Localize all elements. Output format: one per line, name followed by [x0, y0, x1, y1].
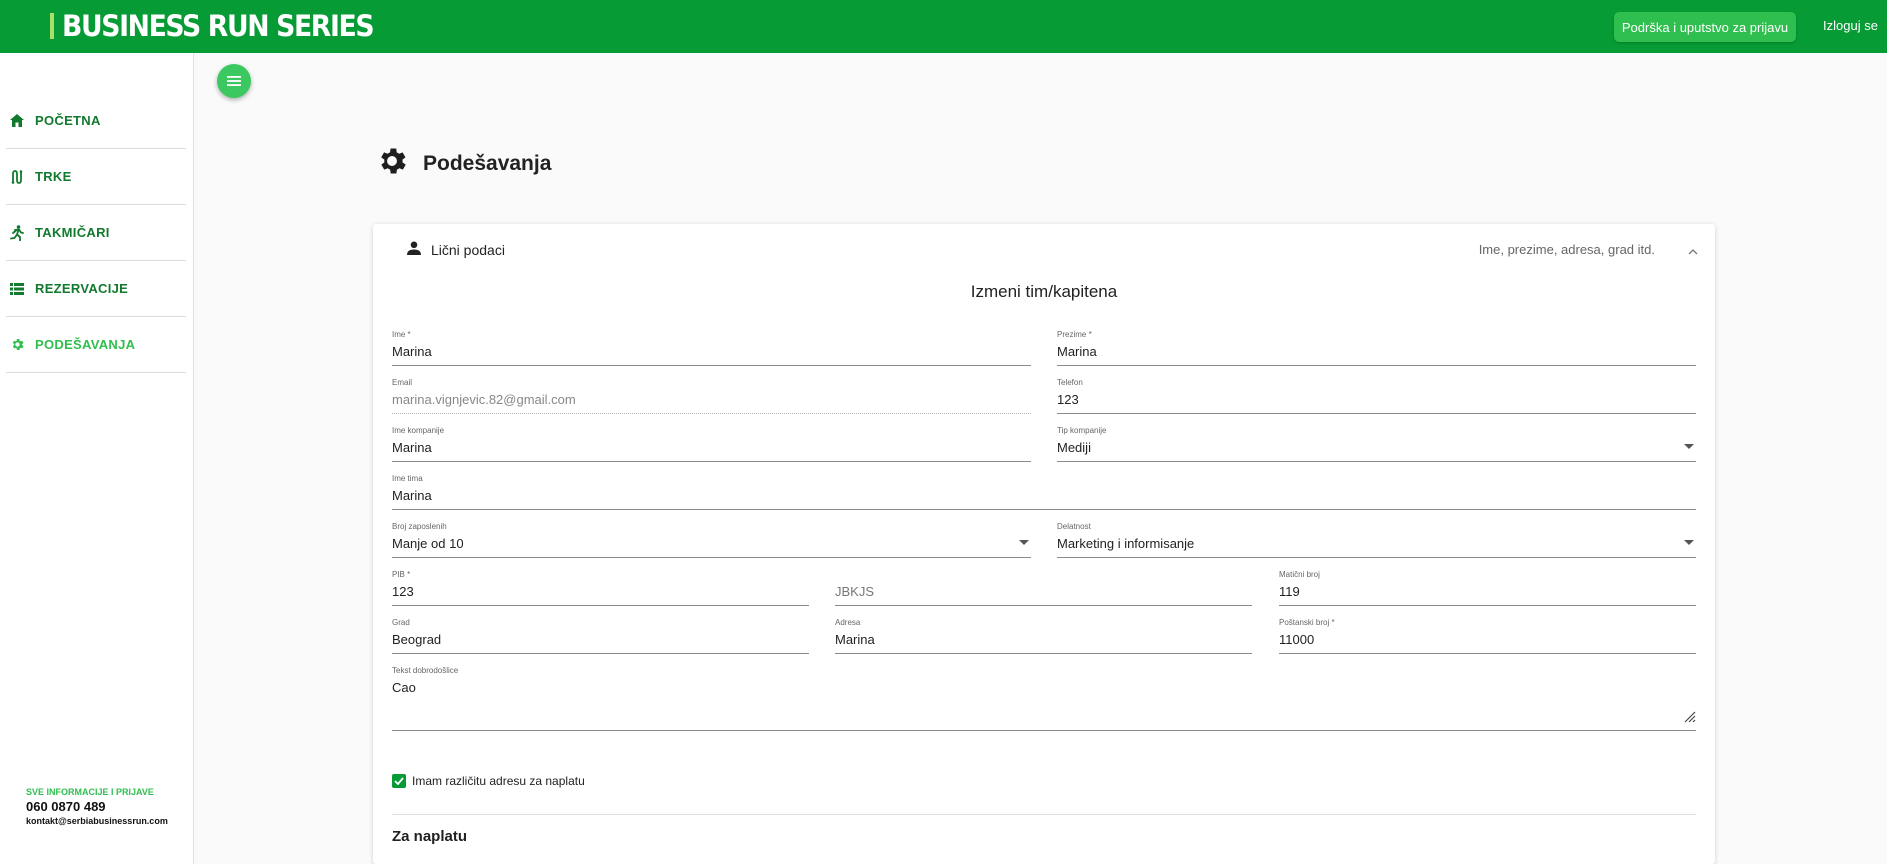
- list-icon: [9, 281, 25, 297]
- menu-toggle-button[interactable]: [217, 64, 251, 98]
- field-value: 123: [1057, 392, 1079, 407]
- panel-subtitle: Ime, prezime, adresa, grad itd.: [1478, 242, 1655, 257]
- brand-logo[interactable]: BUSINESS RUN SERIES: [50, 8, 400, 44]
- resize-handle-icon[interactable]: [1682, 709, 1696, 728]
- field-value: Manje od 10: [392, 536, 464, 551]
- sidebar-item-rezervacije[interactable]: REZERVACIJE: [6, 261, 186, 317]
- brand-text: BUSINESS RUN SERIES: [62, 9, 375, 43]
- divider: [392, 814, 1696, 815]
- page-heading: Podešavanja: [375, 144, 551, 183]
- top-bar: BUSINESS RUN SERIES Podrška i uputstvo z…: [0, 0, 1887, 53]
- sidebar-item-takmicari[interactable]: TAKMIČARI: [6, 205, 186, 261]
- sidebar-item-trke[interactable]: TRKE: [6, 149, 186, 205]
- sidebar-item-label: TAKMIČARI: [35, 225, 110, 240]
- maticni-broj-field[interactable]: Matični broj 119: [1279, 570, 1696, 606]
- field-label: Tip kompanije: [1057, 426, 1107, 435]
- field-value: marina.vignjevic.82@gmail.com: [392, 392, 576, 407]
- adresa-field[interactable]: Adresa Marina: [835, 618, 1252, 654]
- tip-kompanije-select[interactable]: Tip kompanije Mediji: [1057, 426, 1696, 462]
- field-label: Matični broj: [1279, 570, 1320, 579]
- ime-field[interactable]: Ime * Marina: [392, 330, 1031, 366]
- field-value: Marketing i informisanje: [1057, 536, 1195, 551]
- prezime-field[interactable]: Prezime * Marina: [1057, 330, 1696, 366]
- field-label: Email: [392, 378, 413, 387]
- pib-field[interactable]: PIB * 123: [392, 570, 809, 606]
- dropdown-arrow-icon: [1019, 540, 1029, 545]
- field-value: 119: [1279, 584, 1300, 599]
- contact-info: SVE INFORMACIJE I PRIJAVE 060 0870 489 k…: [26, 787, 168, 826]
- runner-icon: [9, 224, 25, 241]
- sidebar-item-label: POČETNA: [35, 113, 101, 128]
- jbkjs-field[interactable]: JBKJS: [835, 570, 1252, 606]
- field-label: Delatnost: [1057, 522, 1091, 531]
- field-value: Marina: [1057, 344, 1097, 359]
- dropdown-arrow-icon: [1684, 540, 1694, 545]
- postanski-broj-field[interactable]: Poštanski broj * 11000: [1279, 618, 1696, 654]
- contact-title: SVE INFORMACIJE I PRIJAVE: [26, 787, 154, 797]
- field-label: Ime tima: [392, 474, 423, 483]
- ime-tima-field[interactable]: Ime tima Marina: [392, 474, 1696, 510]
- tekst-dobrodoslice-textarea[interactable]: Tekst dobrodošlice Cao: [392, 666, 1696, 731]
- field-value: 123: [392, 584, 414, 599]
- billing-section-title: Za naplatu: [392, 828, 468, 845]
- ime-kompanije-field[interactable]: Ime kompanije Marina: [392, 426, 1031, 462]
- panel-title: Lični podaci: [431, 242, 505, 258]
- sidebar-item-label: TRKE: [35, 169, 72, 184]
- checkbox-label: Imam različitu adresu za naplatu: [412, 774, 585, 788]
- checkbox-checked-icon[interactable]: [392, 774, 406, 788]
- logout-link[interactable]: Izloguj se: [1823, 18, 1878, 33]
- field-label: Broj zaposlenih: [392, 522, 447, 531]
- field-label: Ime *: [392, 330, 411, 339]
- field-label: Telefon: [1057, 378, 1083, 387]
- field-label: Adresa: [835, 618, 861, 627]
- field-label: Ime kompanije: [392, 426, 445, 435]
- telefon-field[interactable]: Telefon 123: [1057, 378, 1696, 414]
- field-label: Tekst dobrodošlice: [392, 666, 459, 675]
- field-label: PIB *: [392, 570, 411, 579]
- gear-icon: [9, 337, 25, 353]
- sidebar-item-podesavanja[interactable]: PODEŠAVANJA: [6, 317, 186, 373]
- page-title: Podešavanja: [423, 151, 552, 175]
- field-label: Poštanski broj *: [1279, 618, 1335, 627]
- panel-header[interactable]: Lični podaci Ime, prezime, adresa, grad …: [373, 224, 1715, 276]
- contact-phone[interactable]: 060 0870 489: [26, 799, 168, 814]
- field-value: Marina: [392, 344, 432, 359]
- field-placeholder: JBKJS: [835, 584, 875, 599]
- home-icon: [9, 113, 25, 129]
- email-field: Email marina.vignjevic.82@gmail.com: [392, 378, 1031, 414]
- sidebar: POČETNA TRKE TAKMIČARI REZERVACIJE PODEŠ…: [0, 53, 194, 864]
- broj-zaposlenih-select[interactable]: Broj zaposlenih Manje od 10: [392, 522, 1031, 558]
- chevron-up-icon[interactable]: [1688, 242, 1698, 260]
- field-value: Beograd: [392, 632, 442, 647]
- contact-email[interactable]: kontakt@serbiabusinessrun.com: [26, 816, 168, 826]
- sidebar-item-label: PODEŠAVANJA: [35, 337, 136, 352]
- brand-mark: [50, 13, 54, 39]
- support-button[interactable]: Podrška i uputstvo za prijavu: [1614, 12, 1796, 42]
- delatnost-select[interactable]: Delatnost Marketing i informisanje: [1057, 522, 1696, 558]
- hamburger-icon: [227, 76, 241, 86]
- field-label: Prezime *: [1057, 330, 1092, 339]
- dropdown-arrow-icon: [1684, 444, 1694, 449]
- personal-data-panel: Lični podaci Ime, prezime, adresa, grad …: [373, 224, 1715, 864]
- field-label: Grad: [392, 618, 410, 627]
- grad-field[interactable]: Grad Beograd: [392, 618, 809, 654]
- field-value: Cao: [392, 680, 416, 695]
- person-icon: [407, 241, 421, 260]
- sidebar-item-pocetna[interactable]: POČETNA: [6, 93, 186, 149]
- sidebar-item-label: REZERVACIJE: [35, 281, 129, 296]
- different-billing-address-checkbox[interactable]: Imam različitu adresu za naplatu: [392, 774, 585, 788]
- field-value: Mediji: [1057, 440, 1091, 455]
- field-value: Marina: [835, 632, 875, 647]
- field-value: Marina: [392, 488, 432, 503]
- field-value: Marina: [392, 440, 432, 455]
- gear-icon: [375, 144, 409, 183]
- field-value: 11000: [1279, 632, 1315, 647]
- form-title: Izmeni tim/kapitena: [970, 282, 1118, 301]
- route-icon: [9, 169, 25, 185]
